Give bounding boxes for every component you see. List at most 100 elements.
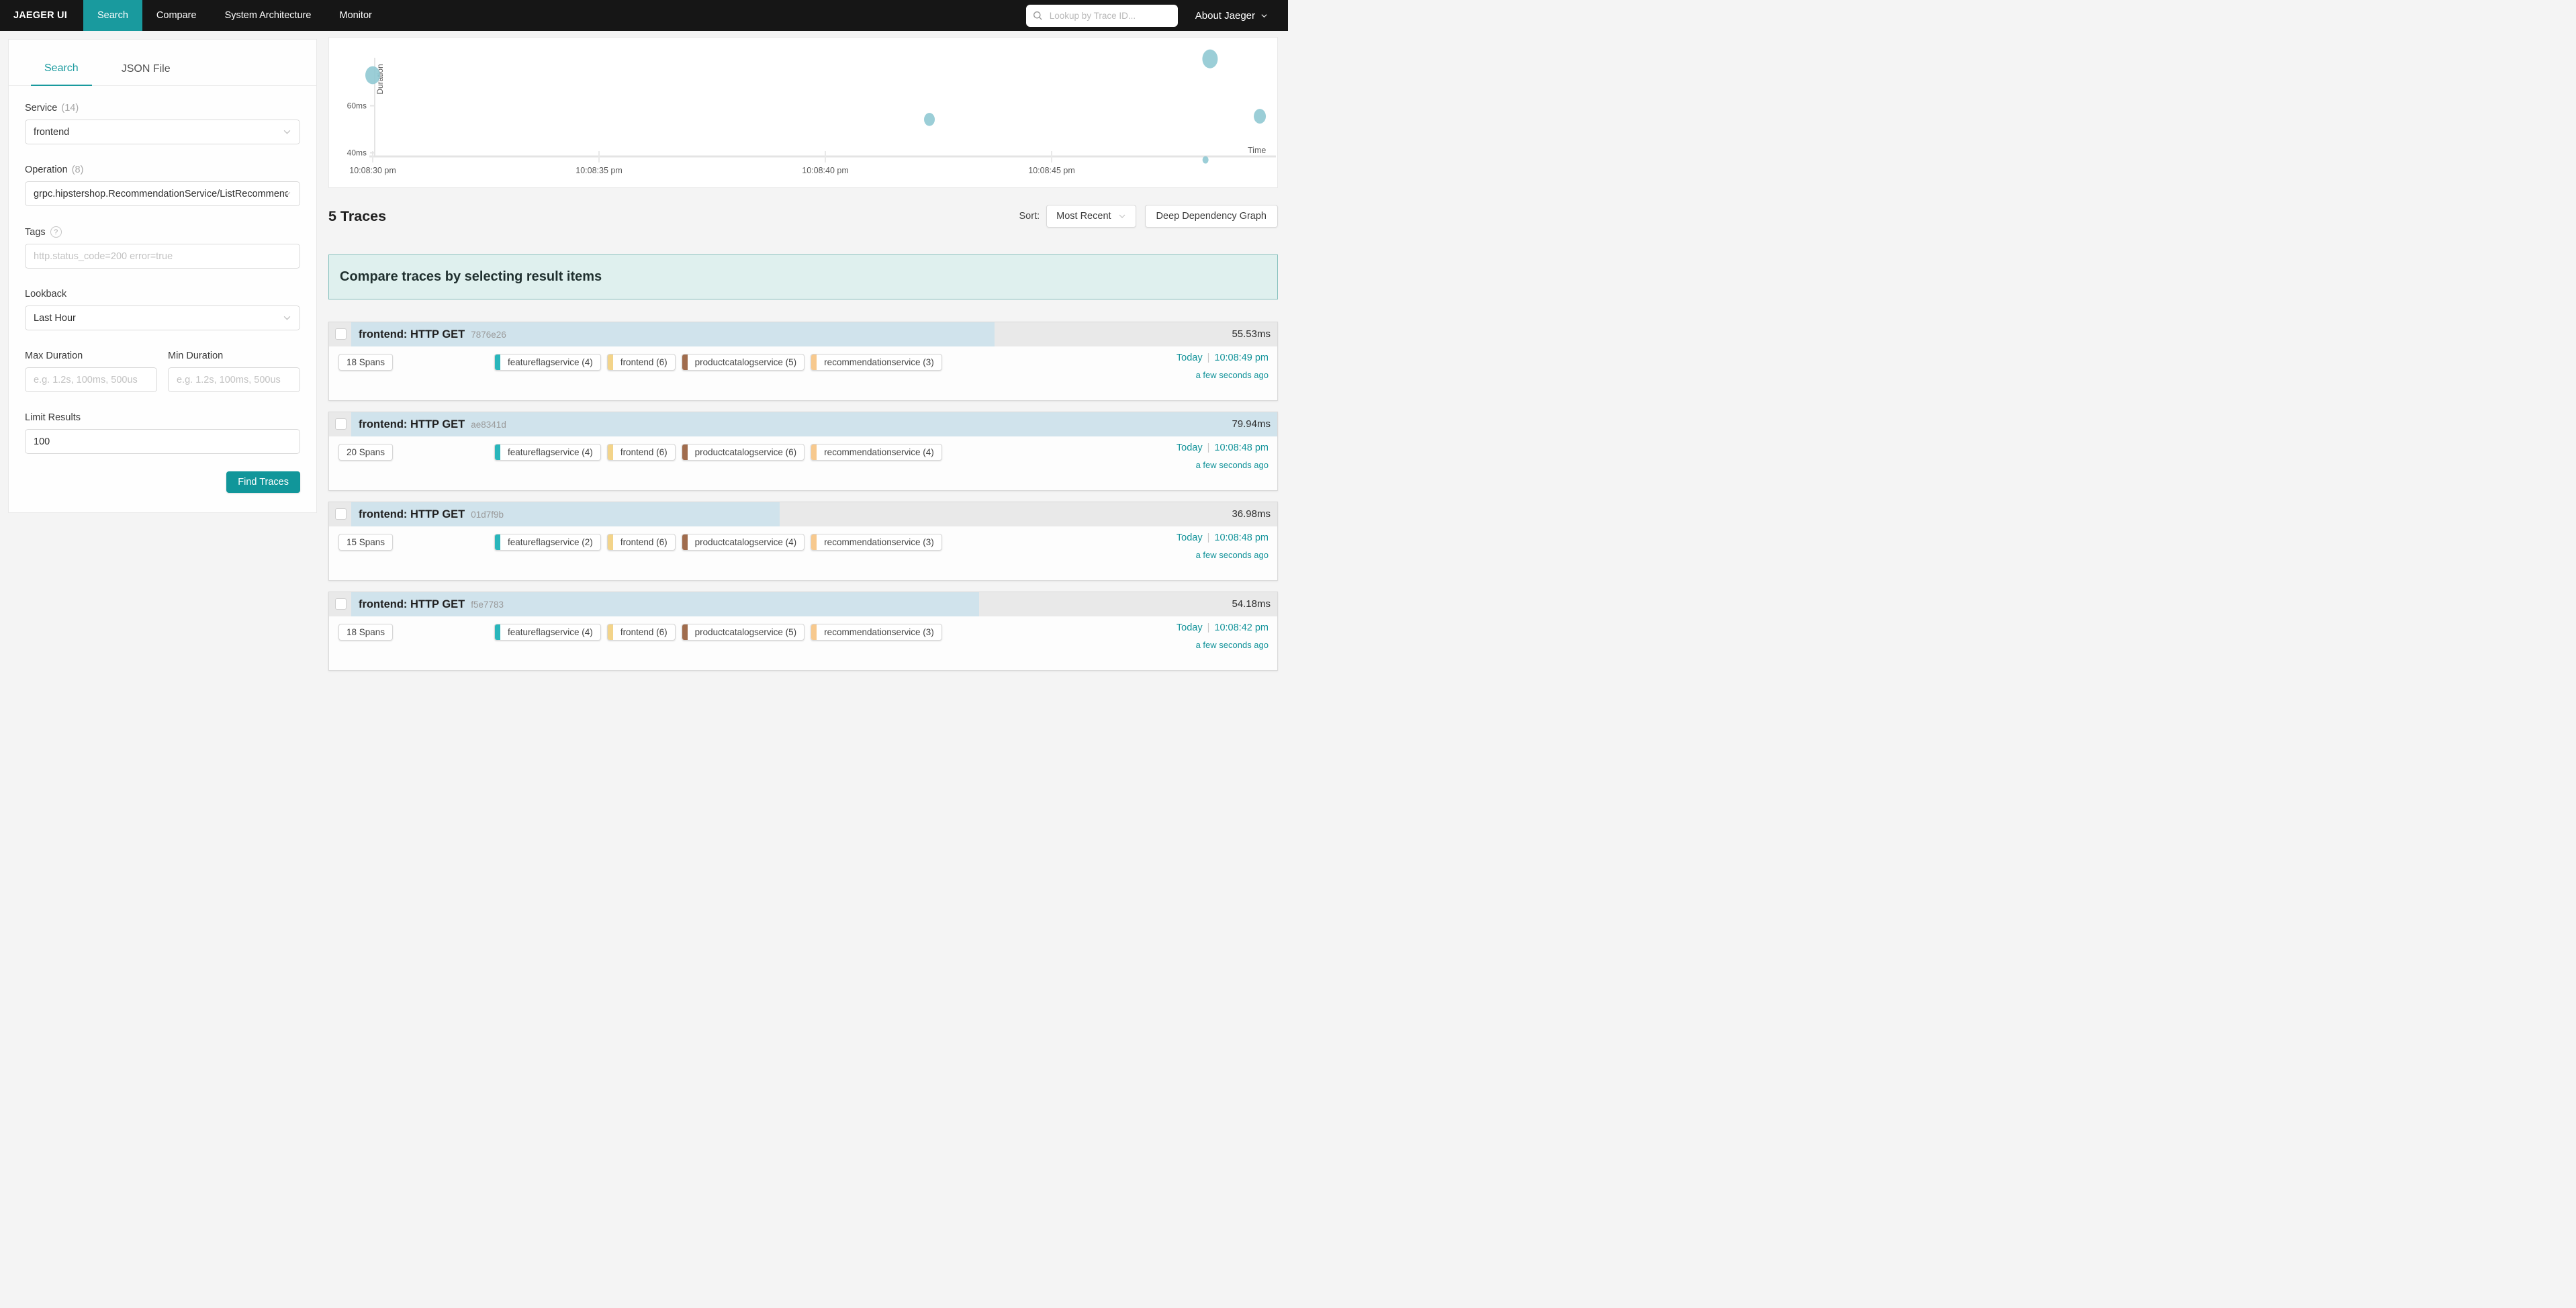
service-color-swatch <box>608 534 613 550</box>
service-color-swatch <box>682 445 688 460</box>
limit-results-label: Limit Results <box>25 412 300 423</box>
trace-card-header[interactable]: frontend: HTTP GET7876e26 55.53ms <box>329 322 1277 346</box>
app-brand[interactable]: JAEGER UI <box>0 0 83 31</box>
operation-select[interactable]: grpc.hipstershop.RecommendationService/L… <box>25 181 300 206</box>
trace-card-body: 20 Spans featureflagservice (4)frontend … <box>329 436 1277 490</box>
search-form: Service(14) frontend Operation(8) grpc.h… <box>9 86 316 493</box>
service-tag: frontend (6) <box>607 534 676 551</box>
sort-select-value: Most Recent <box>1056 211 1111 222</box>
svg-text:40ms: 40ms <box>347 148 367 158</box>
min-duration-input[interactable] <box>168 367 300 392</box>
service-tag: frontend (6) <box>607 354 676 371</box>
trace-scatter-point[interactable] <box>1203 156 1209 164</box>
service-tag-label: recommendationservice (3) <box>817 534 941 550</box>
about-jaeger-menu[interactable]: About Jaeger <box>1195 10 1268 21</box>
service-color-swatch <box>811 624 817 640</box>
tags-label: Tags? <box>25 226 300 238</box>
nav-tab-monitor[interactable]: Monitor <box>326 0 386 31</box>
service-tag-label: featureflagservice (4) <box>500 624 600 640</box>
trace-time[interactable]: 10:08:48 pm <box>1214 442 1269 453</box>
trace-day[interactable]: Today <box>1177 353 1203 363</box>
nav-tab-compare[interactable]: Compare <box>142 0 211 31</box>
service-tag: recommendationservice (3) <box>811 624 942 641</box>
service-tag-label: recommendationservice (3) <box>817 624 941 640</box>
service-tag: frontend (6) <box>607 444 676 461</box>
tab-json-file[interactable]: JSON File <box>108 63 184 85</box>
trace-duration: 55.53ms <box>1232 322 1271 346</box>
trace-time[interactable]: 10:08:42 pm <box>1214 622 1269 633</box>
trace-title: frontend: HTTP GET <box>359 328 465 340</box>
sort-label: Sort: <box>1019 211 1040 222</box>
service-color-swatch <box>811 355 817 370</box>
trace-card-header[interactable]: frontend: HTTP GETf5e7783 54.18ms <box>329 592 1277 616</box>
tab-search[interactable]: Search <box>31 62 92 86</box>
service-tag: featureflagservice (2) <box>494 534 601 551</box>
trace-card-header[interactable]: frontend: HTTP GET01d7f9b 36.98ms <box>329 502 1277 526</box>
find-traces-button[interactable]: Find Traces <box>226 471 300 493</box>
trace-lookup-input[interactable] <box>1048 10 1171 21</box>
trace-duration: 54.18ms <box>1232 592 1271 616</box>
trace-result-card[interactable]: frontend: HTTP GET7876e26 55.53ms 18 Spa… <box>328 322 1278 401</box>
trace-day[interactable]: Today <box>1177 622 1203 633</box>
trace-scatter-point[interactable] <box>365 66 380 85</box>
trace-scatter-point[interactable] <box>924 113 935 126</box>
trace-time[interactable]: 10:08:48 pm <box>1214 532 1269 543</box>
chevron-down-icon <box>283 314 291 322</box>
trace-time[interactable]: 10:08:49 pm <box>1214 353 1269 363</box>
min-duration-label: Min Duration <box>168 351 300 361</box>
help-icon[interactable]: ? <box>50 226 62 238</box>
trace-scatter-point[interactable] <box>1202 50 1217 68</box>
service-tag-label: frontend (6) <box>613 355 675 370</box>
sort-select[interactable]: Most Recent <box>1046 205 1136 228</box>
nav-tab-system-architecture[interactable]: System Architecture <box>211 0 326 31</box>
svg-text:10:08:30 pm: 10:08:30 pm <box>349 166 396 175</box>
trace-card-body: 18 Spans featureflagservice (4)frontend … <box>329 346 1277 400</box>
max-duration-label: Max Duration <box>25 351 157 361</box>
trace-compare-checkbox[interactable] <box>335 598 347 610</box>
service-tag: recommendationservice (3) <box>811 354 942 371</box>
service-select[interactable]: frontend <box>25 120 300 144</box>
top-nav: JAEGER UI Search Compare System Architec… <box>0 0 1288 31</box>
nav-right-group: About Jaeger <box>1026 0 1288 31</box>
trace-card-header[interactable]: frontend: HTTP GETae8341d 79.94ms <box>329 412 1277 436</box>
chevron-down-icon <box>1260 12 1268 19</box>
trace-compare-checkbox[interactable] <box>335 328 347 340</box>
trace-duration: 36.98ms <box>1232 502 1271 526</box>
trace-compare-checkbox[interactable] <box>335 418 347 430</box>
trace-compare-checkbox[interactable] <box>335 508 347 520</box>
trace-duration: 79.94ms <box>1232 412 1271 436</box>
trace-card-body: 18 Spans featureflagservice (4)frontend … <box>329 616 1277 670</box>
chevron-down-icon <box>1118 212 1126 220</box>
tags-input[interactable] <box>25 244 300 269</box>
lookback-select[interactable]: Last Hour <box>25 306 300 330</box>
deep-dependency-graph-button[interactable]: Deep Dependency Graph <box>1145 205 1278 228</box>
max-duration-input[interactable] <box>25 367 157 392</box>
trace-day[interactable]: Today <box>1177 442 1203 453</box>
trace-when: Today|10:08:48 pm a few seconds ago <box>1177 442 1269 470</box>
service-tag: recommendationservice (4) <box>811 444 942 461</box>
trace-lookup-box[interactable] <box>1026 5 1178 27</box>
separator: | <box>1203 622 1215 633</box>
duration-scatter-panel: 10:08:30 pm10:08:35 pm10:08:40 pm10:08:4… <box>328 37 1278 188</box>
service-tag: productcatalogservice (4) <box>682 534 805 551</box>
trace-when: Today|10:08:48 pm a few seconds ago <box>1177 532 1269 560</box>
service-tag: productcatalogservice (6) <box>682 444 805 461</box>
trace-day[interactable]: Today <box>1177 532 1203 543</box>
nav-tab-search[interactable]: Search <box>83 0 142 31</box>
lookback-label: Lookback <box>25 289 300 299</box>
trace-result-card[interactable]: frontend: HTTP GET01d7f9b 36.98ms 15 Spa… <box>328 502 1278 581</box>
search-icon <box>1033 11 1043 21</box>
service-tag-label: productcatalogservice (4) <box>688 534 804 550</box>
lookback-select-value: Last Hour <box>34 313 281 324</box>
chevron-down-icon <box>283 128 291 136</box>
service-tag: frontend (6) <box>607 624 676 641</box>
service-tag-label: frontend (6) <box>613 624 675 640</box>
trace-scatter-point[interactable] <box>1254 109 1266 124</box>
duration-scatter-plot[interactable]: 10:08:30 pm10:08:35 pm10:08:40 pm10:08:4… <box>329 38 1277 187</box>
trace-result-card[interactable]: frontend: HTTP GETae8341d 79.94ms 20 Spa… <box>328 412 1278 491</box>
trace-title: frontend: HTTP GET <box>359 418 465 430</box>
trace-result-card[interactable]: frontend: HTTP GETf5e7783 54.18ms 18 Spa… <box>328 592 1278 671</box>
operation-label: Operation(8) <box>25 165 300 175</box>
limit-results-input[interactable] <box>25 429 300 454</box>
service-tags: featureflagservice (4)frontend (6)produc… <box>494 444 942 461</box>
